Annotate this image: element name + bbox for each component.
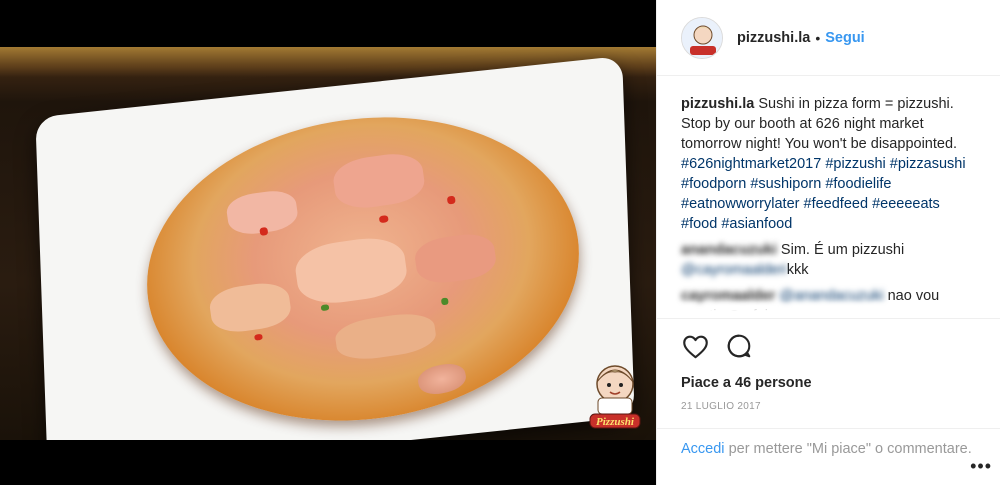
comments-fade (657, 301, 1000, 311)
comment-text: kkk (786, 262, 809, 278)
hashtag-link[interactable]: #sushiporn (750, 176, 821, 192)
post-side-panel: pizzushi.la • Segui pizzushi.la Sushi in… (656, 0, 1000, 485)
action-icons-bar (681, 331, 977, 361)
hashtag-link[interactable]: #626nightmarket2017 (681, 156, 821, 172)
hashtag-link[interactable]: #foodporn (681, 176, 746, 192)
comment-text: Sim. É um pizzushi (780, 242, 905, 258)
post-image-panel: Pizzushi (0, 0, 656, 485)
pizzushi-logo: Pizzushi (584, 360, 646, 432)
hashtag-link[interactable]: #pizzushi (825, 156, 885, 172)
comment-username-link[interactable]: anandacuzuki (681, 242, 777, 258)
follow-button[interactable]: Segui (825, 30, 864, 46)
login-prompt-text: per mettere "Mi piace" o commentare. (728, 441, 972, 457)
post-photo[interactable]: Pizzushi (0, 47, 656, 440)
header-username-link[interactable]: pizzushi.la (737, 30, 810, 46)
comments-list: pizzushi.la Sushi in pizza form = pizzus… (657, 76, 1000, 311)
heart-icon[interactable] (681, 332, 709, 360)
header-separator: • (815, 29, 821, 46)
hashtag-link[interactable]: #feedfeed (804, 196, 869, 212)
comment-mention-link[interactable]: @cayromaalderi (681, 262, 787, 278)
post-actions: Piace a 46 persone 21 LUGLIO 2017 (657, 318, 1000, 412)
post-header: pizzushi.la • Segui (657, 0, 1000, 76)
hashtag-link[interactable]: #asianfood (721, 216, 792, 232)
hashtag-link[interactable]: #foodielife (825, 176, 891, 192)
avatar[interactable] (681, 16, 723, 59)
more-options-icon[interactable]: ••• (970, 457, 992, 475)
login-link[interactable]: Accedi (681, 441, 725, 457)
hashtag-link[interactable]: #food (681, 216, 717, 232)
comment-item: anandacuzuki Sim. É um pizzushi @cayroma… (681, 240, 976, 280)
svg-text:Pizzushi: Pizzushi (596, 416, 635, 428)
caption-username-link[interactable]: pizzushi.la (681, 96, 754, 112)
login-prompt: Accedi per mettere "Mi piace" o commenta… (657, 428, 1000, 459)
post-date[interactable]: 21 LUGLIO 2017 (681, 401, 977, 412)
caption: pizzushi.la Sushi in pizza form = pizzus… (681, 94, 976, 234)
comment-icon[interactable] (725, 332, 753, 360)
likes-count[interactable]: Piace a 46 persone (681, 375, 977, 391)
hashtag-link[interactable]: #eeeeeats (872, 196, 940, 212)
hashtag-link[interactable]: #pizzasushi (890, 156, 966, 172)
hashtag-link[interactable]: #eatnowworrylater (681, 196, 799, 212)
